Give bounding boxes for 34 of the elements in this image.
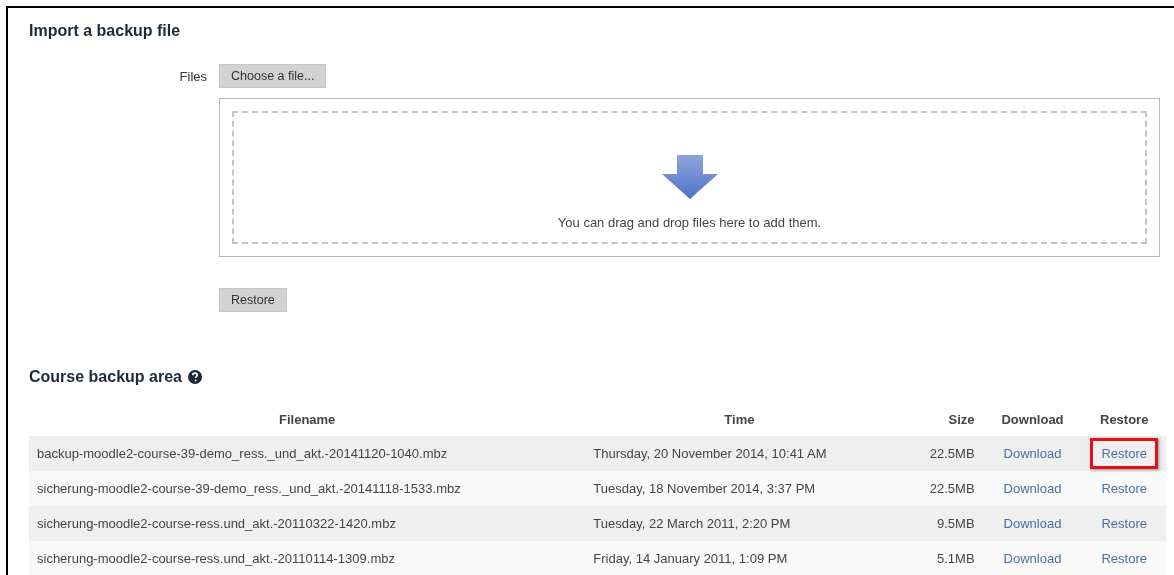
filename-cell: sicherung-moodle2-course-39-demo_ress._und_akt.-20141118-1533.mbz bbox=[29, 471, 586, 506]
column-header: Download bbox=[982, 412, 1083, 436]
download-link[interactable]: Download bbox=[992, 438, 1073, 469]
time-cell: Thursday, 20 November 2014, 10:41 AM bbox=[585, 436, 894, 471]
file-dropzone[interactable]: You can drag and drop files here to add them. bbox=[219, 98, 1160, 257]
time-cell: Tuesday, 22 March 2011, 2:20 PM bbox=[585, 506, 894, 541]
section-heading: Course backup area bbox=[29, 368, 182, 386]
restore-link[interactable]: Restore bbox=[1090, 438, 1158, 469]
download-link[interactable]: Download bbox=[992, 543, 1073, 574]
download-link[interactable]: Download bbox=[992, 508, 1073, 539]
filename-cell: backup-moodle2-course-39-demo_ress._und_akt.-20141120-1040.mbz bbox=[29, 436, 586, 471]
help-icon[interactable] bbox=[187, 370, 202, 384]
time-cell: Friday, 14 January 2011, 1:09 PM bbox=[585, 541, 894, 575]
column-header: Filename bbox=[29, 412, 586, 436]
restore-button[interactable]: Restore bbox=[219, 288, 287, 312]
choose-file-button[interactable]: Choose a file... bbox=[219, 64, 327, 88]
restore-link[interactable]: Restore bbox=[1090, 543, 1158, 574]
restore-link[interactable]: Restore bbox=[1090, 473, 1158, 504]
size-cell: 22.5MB bbox=[893, 471, 983, 506]
size-cell: 9.5MB bbox=[893, 506, 983, 541]
section-heading: Import a backup file bbox=[29, 22, 182, 40]
files-label: Files bbox=[178, 68, 207, 84]
filename-cell: sicherung-moodle2-course-ress.und_akt.-20110114-1309.mbz bbox=[29, 541, 586, 575]
column-header: Time bbox=[585, 412, 894, 436]
down-arrow-icon bbox=[661, 155, 718, 199]
restore-link[interactable]: Restore bbox=[1090, 508, 1158, 539]
column-header: Size bbox=[893, 412, 983, 436]
dropzone-hint: You can drag and drop files here to add them. bbox=[557, 215, 822, 230]
column-header: Restore bbox=[1082, 412, 1166, 436]
download-link[interactable]: Download bbox=[992, 473, 1073, 504]
size-cell: 5.1MB bbox=[893, 541, 983, 575]
size-cell: 22.5MB bbox=[893, 436, 983, 471]
filename-cell: sicherung-moodle2-course-ress.und_akt.-20110322-1420.mbz bbox=[29, 506, 586, 541]
time-cell: Tuesday, 18 November 2014, 3:37 PM bbox=[585, 471, 894, 506]
